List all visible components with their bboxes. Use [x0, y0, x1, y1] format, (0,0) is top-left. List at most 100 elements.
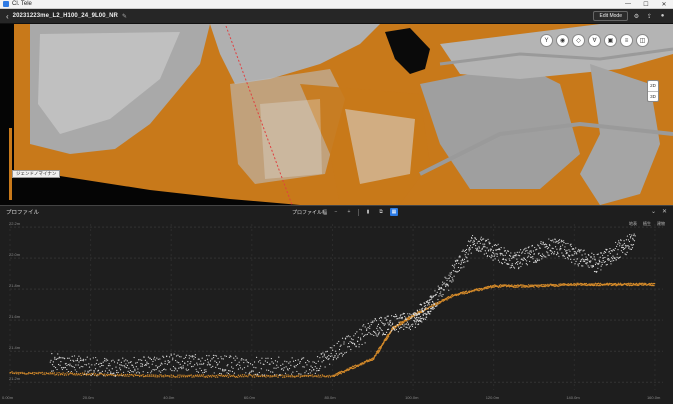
- data-point: [126, 375, 128, 377]
- data-point: [361, 333, 363, 335]
- close-window-button[interactable]: ✕: [655, 0, 673, 8]
- data-point: [209, 364, 212, 366]
- maximize-button[interactable]: ☐: [637, 0, 655, 8]
- data-point: [312, 376, 314, 378]
- data-point: [393, 328, 395, 330]
- map-canvas[interactable]: [0, 24, 673, 205]
- gear-icon[interactable]: ⚙: [632, 12, 641, 21]
- data-point: [198, 374, 201, 376]
- data-point: [245, 375, 248, 377]
- data-point: [124, 375, 126, 377]
- data-point: [36, 372, 38, 374]
- data-point: [347, 346, 349, 348]
- data-point: [540, 255, 543, 257]
- data-point: [154, 376, 156, 378]
- data-point: [231, 362, 233, 364]
- data-point: [378, 332, 380, 335]
- legend-label[interactable]: ジェンドノマイナン: [12, 170, 61, 178]
- data-point: [597, 267, 599, 269]
- data-point: [366, 333, 369, 336]
- data-point: [382, 332, 384, 334]
- share-icon[interactable]: ⇪: [645, 12, 654, 21]
- data-point: [300, 373, 302, 375]
- data-point: [136, 374, 139, 377]
- data-point: [325, 356, 327, 358]
- data-point: [128, 375, 130, 377]
- vegetation-area: [260, 99, 322, 179]
- data-point: [206, 358, 209, 360]
- minimize-button[interactable]: —: [619, 0, 637, 8]
- data-point: [513, 257, 515, 259]
- data-point: [528, 255, 530, 257]
- data-point: [538, 259, 541, 261]
- data-point: [504, 250, 507, 252]
- data-point: [381, 321, 383, 323]
- data-point: [176, 361, 178, 363]
- data-point: [69, 365, 71, 367]
- data-point: [318, 369, 320, 371]
- data-point: [561, 252, 563, 254]
- data-point: [76, 374, 78, 376]
- data-point: [446, 279, 448, 281]
- profile-chart[interactable]: 22.2m 22.0m 21.8m 21.6m 21.4m 21.2m 0.00m 20.0m…: [0, 218, 673, 404]
- data-point: [251, 364, 254, 366]
- view-3d-button[interactable]: 3D: [648, 90, 658, 102]
- data-point: [417, 319, 419, 321]
- data-point: [613, 249, 615, 251]
- data-point: [33, 373, 35, 376]
- list-tool-icon[interactable]: ≡: [620, 34, 633, 47]
- view-2d-button[interactable]: 2D: [648, 81, 658, 91]
- width-decrease-button[interactable]: −: [332, 208, 340, 216]
- data-point: [96, 359, 98, 361]
- data-point: [604, 261, 606, 263]
- data-point: [564, 257, 566, 259]
- data-point: [578, 248, 580, 251]
- data-point: [414, 314, 416, 316]
- layer-tool-icon[interactable]: ▣: [604, 34, 617, 47]
- data-point: [253, 374, 255, 376]
- panel-tool-icon[interactable]: ◫: [636, 34, 649, 47]
- user-icon[interactable]: ●: [658, 12, 667, 21]
- edit-mode-button[interactable]: Edit Mode: [593, 11, 628, 21]
- data-point: [202, 372, 204, 374]
- data-point: [363, 324, 365, 326]
- data-point: [603, 252, 605, 254]
- profile-tool-icon[interactable]: ∀: [588, 34, 601, 47]
- collapse-panel-icon[interactable]: ⌄: [651, 208, 656, 215]
- target-tool-icon[interactable]: ◉: [556, 34, 569, 47]
- profile-chart-canvas[interactable]: [0, 218, 673, 404]
- data-point: [631, 247, 634, 249]
- data-point: [161, 369, 163, 372]
- data-point: [516, 251, 518, 253]
- close-panel-icon[interactable]: ✕: [662, 208, 667, 215]
- data-point: [235, 364, 238, 366]
- data-point: [380, 346, 383, 348]
- data-point: [360, 329, 362, 331]
- measure-tool-icon[interactable]: ◇: [572, 34, 585, 47]
- data-point: [170, 374, 172, 376]
- data-point: [286, 375, 288, 378]
- data-point: [533, 261, 535, 263]
- data-point: [81, 372, 84, 374]
- data-point: [282, 369, 285, 371]
- data-point: [614, 247, 616, 250]
- data-point: [248, 373, 250, 375]
- data-point: [330, 352, 332, 355]
- copy-icon[interactable]: ⧉: [377, 208, 385, 216]
- data-point: [556, 240, 558, 243]
- pencil-icon[interactable]: ✎: [122, 13, 127, 20]
- data-point: [570, 283, 572, 285]
- data-point: [24, 373, 26, 375]
- data-point: [554, 246, 557, 248]
- grid-view-icon[interactable]: ▦: [390, 208, 399, 216]
- data-point: [452, 278, 454, 280]
- data-point: [583, 260, 585, 262]
- data-point: [525, 262, 527, 265]
- data-point: [157, 367, 159, 369]
- point-cloud-map-view[interactable]: ジェンドノマイナン Y ◉ ◇ ∀ ▣ ≡ ◫ 2D 3D: [0, 24, 673, 205]
- camera-icon[interactable]: ▮: [364, 208, 372, 216]
- back-arrow-icon[interactable]: ‹: [6, 12, 9, 21]
- data-point: [583, 249, 585, 251]
- width-increase-button[interactable]: +: [345, 208, 353, 216]
- filter-tool-icon[interactable]: Y: [540, 34, 553, 47]
